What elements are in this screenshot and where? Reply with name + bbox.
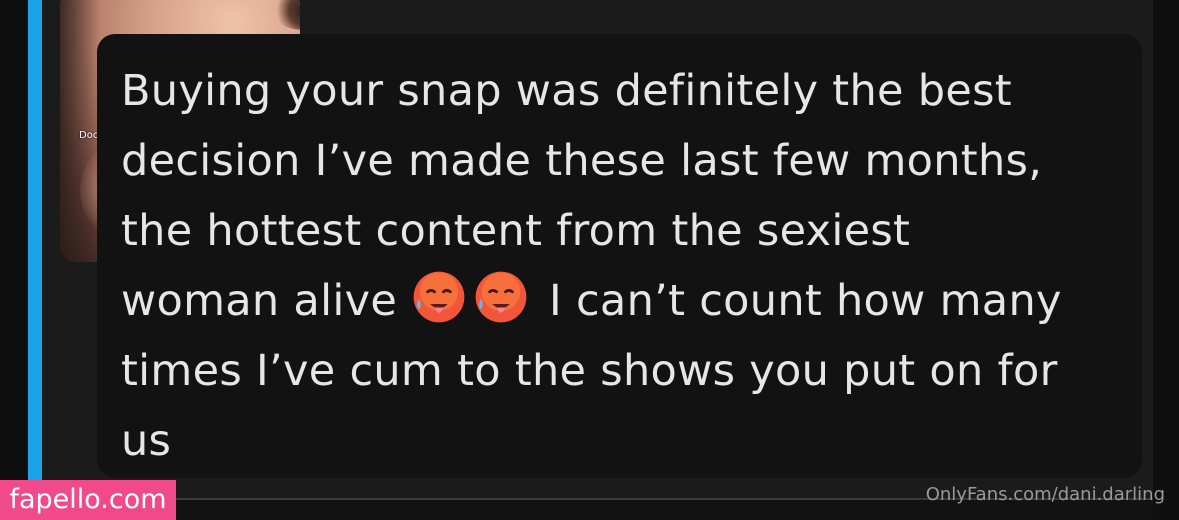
accent-bar: [28, 0, 42, 486]
screenshot-canvas: Doc Buying your snap was definitely the …: [0, 0, 1179, 520]
message-line-4-end: I can’t count how many: [549, 276, 1062, 326]
left-rail: [0, 0, 28, 520]
message-text: Buying your snap was definitely the best…: [121, 56, 1118, 476]
hot-face-emoji: [475, 271, 527, 323]
site-watermark: fapello.com: [0, 480, 176, 520]
message-bubble: Buying your snap was definitely the best…: [97, 34, 1142, 478]
message-line-2: decision I’ve made these last few months…: [121, 136, 1043, 186]
message-line-1: Buying your snap was definitely the best: [121, 66, 1012, 116]
photo-label: Doc: [79, 130, 99, 141]
right-rail: [1153, 0, 1179, 520]
source-watermark: OnlyFans.com/dani.darling: [925, 484, 1165, 505]
photo-eye: [270, 0, 300, 30]
message-line-5: times I’ve cum to the shows you put on f…: [121, 346, 1058, 396]
hot-face-emoji: [413, 271, 465, 323]
message-line-3: the hottest content from the sexiest: [121, 206, 911, 256]
message-line-6: us: [121, 416, 172, 466]
message-line-4-start: woman alive: [121, 276, 412, 326]
